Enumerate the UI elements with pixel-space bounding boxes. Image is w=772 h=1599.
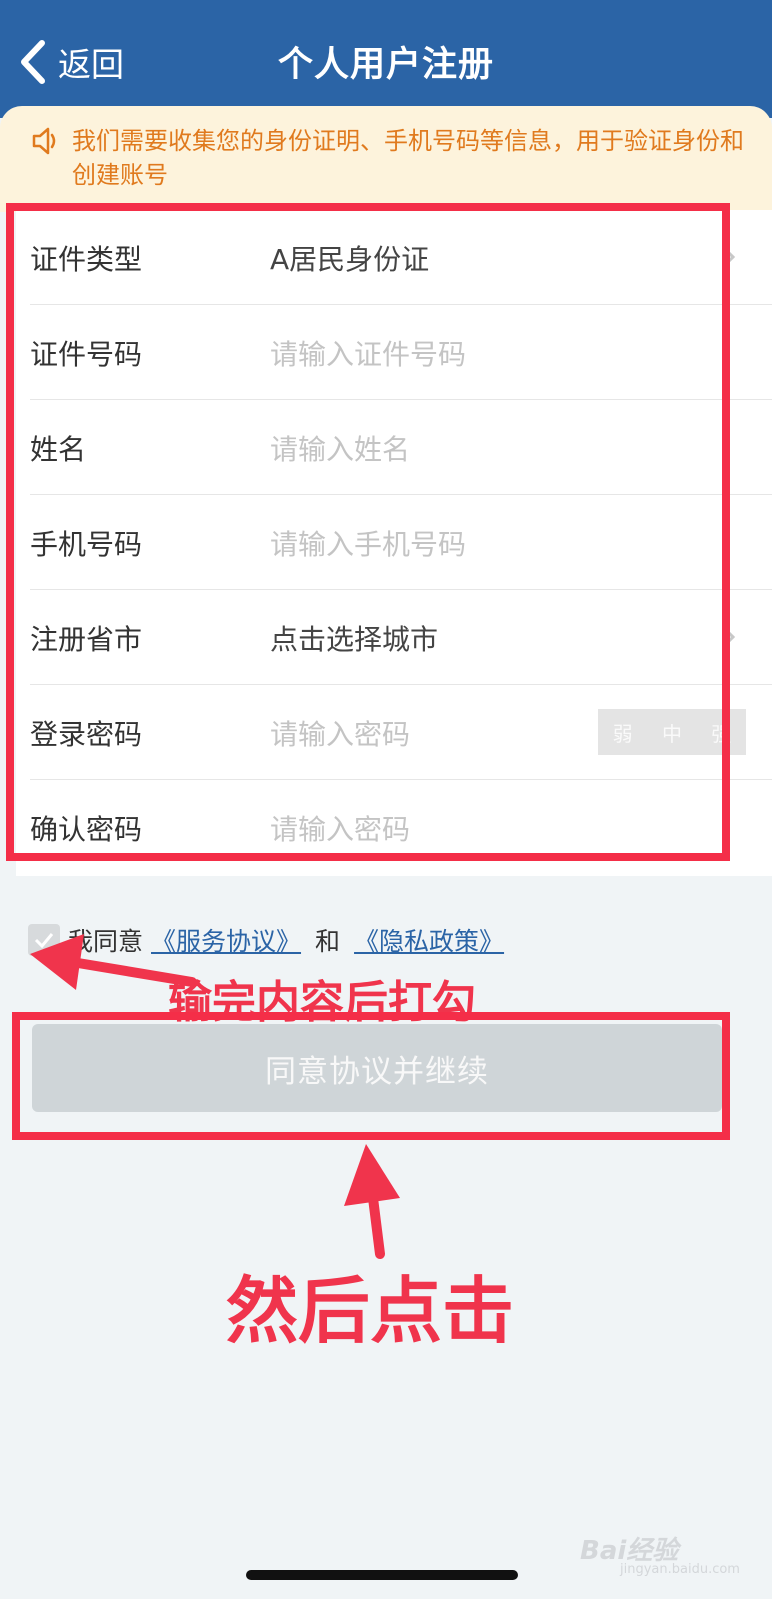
baidu-jingyan-watermark: Bai经验 jingyan.baidu.com xyxy=(580,1530,740,1577)
nav-bar: 返回 个人用户注册 xyxy=(0,0,772,118)
annotation-click-hint: 然后点击 xyxy=(226,1269,515,1353)
agree-conjunction: 和 xyxy=(315,927,341,956)
notice-text: 我们需要收集您的身份证明、手机号码等信息，用于验证身份和创建账号 xyxy=(72,127,744,189)
privacy-policy-link[interactable]: 《隐私政策》 xyxy=(354,922,504,958)
speaker-icon xyxy=(32,127,56,155)
annotation-arrow-up xyxy=(344,1144,400,1259)
page-title: 个人用户注册 xyxy=(277,45,494,85)
annotation-box-form xyxy=(6,203,730,861)
home-indicator[interactable] xyxy=(246,1570,518,1580)
watermark-url: jingyan.baidu.com xyxy=(620,1562,740,1577)
annotation-box-button xyxy=(12,1012,730,1140)
